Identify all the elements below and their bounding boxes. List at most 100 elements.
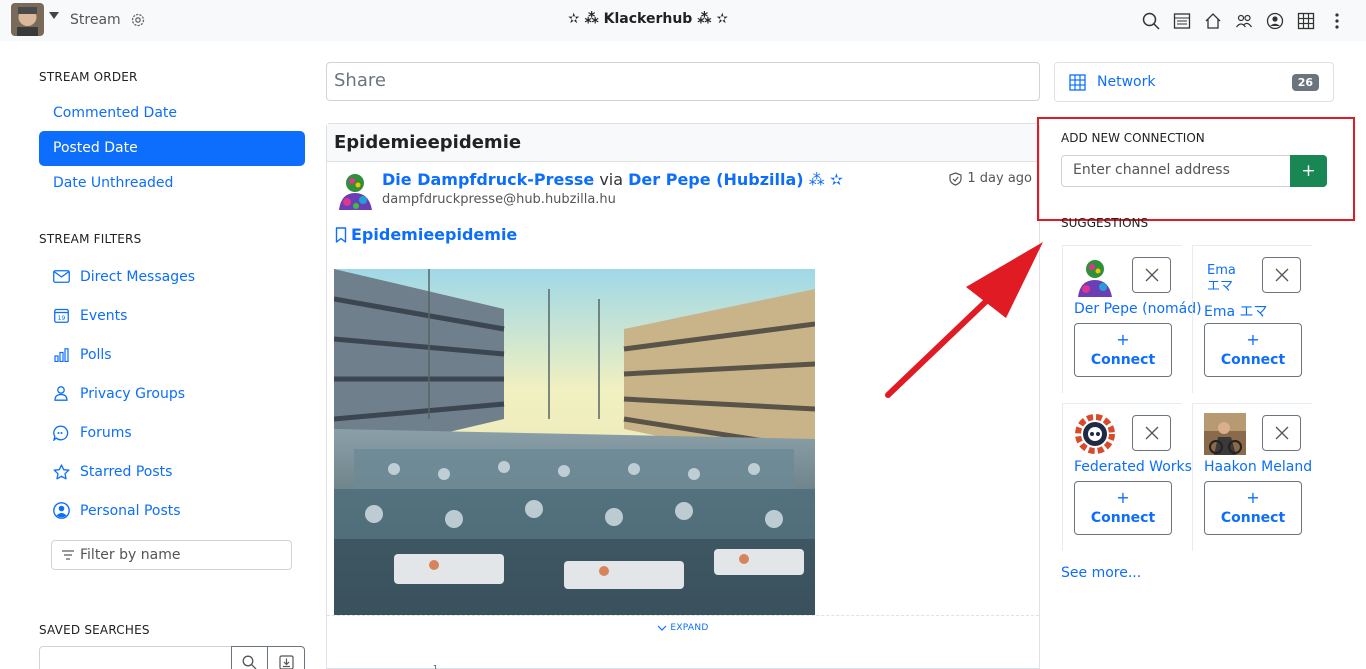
connect-label: Connect bbox=[1220, 510, 1286, 526]
post-author-line: Die Dampfdruck-Presse via Der Pepe (Hubz… bbox=[382, 170, 843, 189]
svg-text:19: 19 bbox=[57, 315, 65, 322]
see-more-link[interactable]: See more... bbox=[1061, 565, 1141, 581]
plus-icon: + bbox=[1116, 488, 1130, 507]
close-icon bbox=[1275, 268, 1289, 282]
suggestion-card: Der Pepe (nomád) + Connect bbox=[1062, 245, 1202, 393]
via-author-link[interactable]: Der Pepe (Hubzilla) bbox=[628, 170, 803, 189]
suggestion-card: Haakon Meland + Connect bbox=[1192, 403, 1312, 551]
shield-check-icon bbox=[949, 171, 962, 186]
envelope-icon bbox=[52, 270, 70, 283]
saved-search-button[interactable] bbox=[231, 646, 269, 669]
via-text: via bbox=[599, 170, 624, 189]
suggestion-avatar-alt-text[interactable]: Ema エマ bbox=[1207, 263, 1243, 295]
expand-label: EXPAND bbox=[670, 623, 709, 633]
search-icon bbox=[242, 655, 257, 669]
post-divider bbox=[327, 615, 1039, 616]
share-input[interactable]: Share bbox=[326, 62, 1040, 101]
filter-personal-posts[interactable]: Personal Posts bbox=[39, 491, 305, 530]
bar-chart-icon bbox=[52, 347, 70, 362]
calendar-icon: 19 bbox=[52, 308, 70, 323]
filter-placeholder: Filter by name bbox=[80, 547, 181, 563]
saved-searches-title: SAVED SEARCHES bbox=[39, 623, 150, 637]
filter-label: Direct Messages bbox=[80, 268, 196, 285]
filter-privacy-groups[interactable]: Privacy Groups bbox=[39, 374, 305, 413]
chevron-down-icon bbox=[657, 625, 667, 631]
federated-works-logo-icon[interactable] bbox=[1074, 413, 1116, 455]
via-author-suffix[interactable]: ⁂ ✫ bbox=[809, 170, 844, 189]
time-label[interactable]: 1 day ago bbox=[967, 171, 1032, 186]
search-icon[interactable] bbox=[1135, 11, 1166, 31]
connect-button[interactable]: + Connect bbox=[1074, 323, 1172, 377]
filter-label: Privacy Groups bbox=[80, 385, 186, 402]
network-count-badge: 26 bbox=[1291, 74, 1319, 91]
top-navbar: Stream ✫ ⁂ Klackerhub ⁂ ✫ bbox=[0, 0, 1366, 41]
post-title-link[interactable]: Epidemieepidemie bbox=[335, 225, 517, 244]
connect-button[interactable]: + Connect bbox=[1204, 481, 1302, 535]
suggestion-card: Federated Works + Connect bbox=[1062, 403, 1192, 551]
plus-icon: + bbox=[1246, 488, 1260, 507]
saved-search-input[interactable] bbox=[39, 646, 232, 669]
close-icon bbox=[1145, 426, 1159, 440]
suggestion-avatar[interactable] bbox=[1074, 255, 1116, 297]
dismiss-suggestion-button[interactable] bbox=[1132, 257, 1171, 293]
author-avatar[interactable] bbox=[335, 169, 376, 210]
close-icon bbox=[1275, 426, 1289, 440]
filter-lines-icon bbox=[62, 550, 74, 560]
grid-apps-icon[interactable] bbox=[1290, 11, 1321, 31]
suggestions-title: SUGGESTIONS bbox=[1061, 216, 1149, 230]
author-address: dampfdruckpresse@hub.hubzilla.hu bbox=[382, 192, 616, 207]
suggestion-name[interactable]: Der Pepe (nomád) bbox=[1074, 301, 1202, 317]
save-search-button[interactable] bbox=[268, 646, 305, 669]
filter-events[interactable]: 19 Events bbox=[39, 296, 305, 335]
filter-label: Starred Posts bbox=[80, 463, 173, 480]
filter-direct-messages[interactable]: Direct Messages bbox=[39, 257, 305, 296]
suggestion-name[interactable]: Ema エマ bbox=[1204, 301, 1268, 321]
post-link-label: Epidemieepidemie bbox=[351, 225, 518, 244]
plus-icon: + bbox=[1116, 330, 1130, 349]
stream-filters-title: STREAM FILTERS bbox=[39, 232, 142, 246]
left-sidebar: STREAM ORDER Commented Date Posted Date … bbox=[39, 62, 305, 669]
dismiss-suggestion-button[interactable] bbox=[1262, 257, 1301, 293]
filter-label: Personal Posts bbox=[80, 502, 181, 519]
author-link[interactable]: Die Dampfdruck-Presse bbox=[382, 170, 594, 189]
connect-button[interactable]: + Connect bbox=[1074, 481, 1172, 535]
network-label: Network bbox=[1097, 74, 1156, 90]
post-time: 1 day ago bbox=[949, 171, 1032, 186]
connect-button[interactable]: + Connect bbox=[1204, 323, 1302, 377]
more-vertical-icon[interactable] bbox=[1321, 11, 1352, 31]
person-icon bbox=[52, 386, 70, 401]
site-title[interactable]: ✫ ⁂ Klackerhub ⁂ ✫ bbox=[0, 11, 1296, 27]
post-image[interactable] bbox=[334, 269, 815, 615]
dismiss-suggestion-button[interactable] bbox=[1262, 415, 1301, 451]
filter-forums[interactable]: Forums bbox=[39, 413, 305, 452]
filter-starred-posts[interactable]: Starred Posts bbox=[39, 452, 305, 491]
dismiss-suggestion-button[interactable] bbox=[1132, 415, 1171, 451]
connect-label: Connect bbox=[1090, 352, 1156, 368]
post-header-title: Epidemieepidemie bbox=[327, 124, 1039, 162]
home-icon[interactable] bbox=[1197, 11, 1228, 31]
suggestion-name[interactable]: Federated Works bbox=[1074, 459, 1192, 475]
grid-icon bbox=[1069, 73, 1086, 91]
post-card: Epidemieepidemie Die Dampfdruck-Presse v… bbox=[326, 123, 1040, 669]
star-icon bbox=[52, 463, 70, 480]
connect-label: Connect bbox=[1090, 510, 1156, 526]
order-date-unthreaded[interactable]: Date Unthreaded bbox=[39, 166, 305, 201]
order-commented-date[interactable]: Commented Date bbox=[39, 96, 305, 131]
people-icon[interactable] bbox=[1228, 11, 1259, 31]
chat-icon bbox=[52, 425, 70, 441]
profile-circle-icon[interactable] bbox=[1259, 11, 1290, 31]
connect-label: Connect bbox=[1220, 352, 1286, 368]
filter-polls[interactable]: Polls bbox=[39, 335, 305, 374]
calendar-table-icon[interactable] bbox=[1166, 11, 1197, 31]
network-widget[interactable]: Network 26 bbox=[1054, 62, 1334, 102]
suggestion-name[interactable]: Haakon Meland bbox=[1204, 459, 1312, 475]
suggestion-avatar[interactable] bbox=[1204, 413, 1246, 455]
plus-icon: + bbox=[1246, 330, 1260, 349]
order-posted-date[interactable]: Posted Date bbox=[39, 131, 305, 166]
filter-by-name-input[interactable]: Filter by name bbox=[51, 540, 292, 570]
tiny-mark: 1 bbox=[433, 664, 439, 669]
close-icon bbox=[1145, 268, 1159, 282]
person-circle-icon bbox=[52, 502, 70, 519]
filter-label: Forums bbox=[80, 424, 132, 441]
expand-button[interactable]: EXPAND bbox=[327, 623, 1039, 633]
